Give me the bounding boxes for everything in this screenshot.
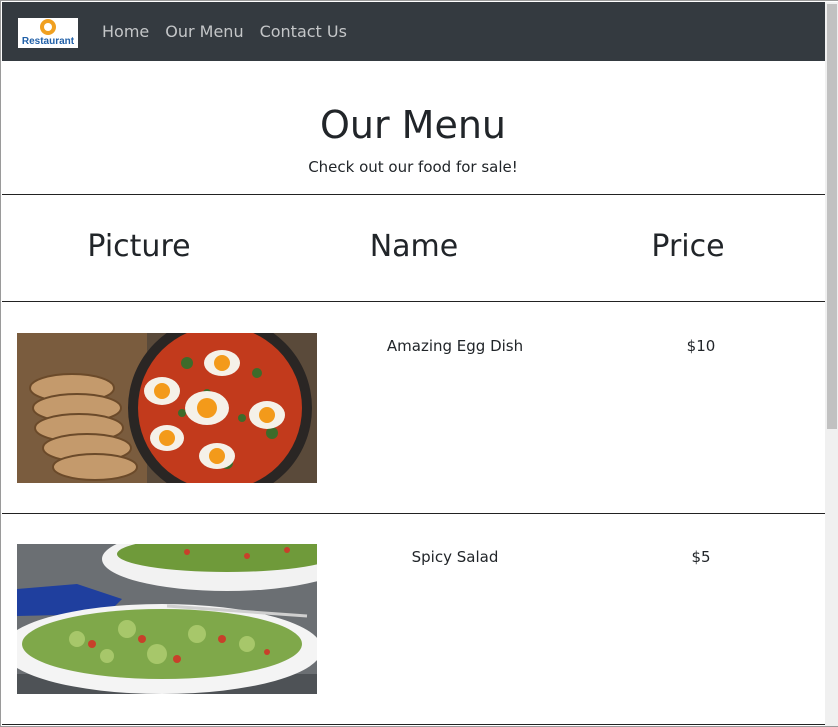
nav-links: Home Our Menu Contact Us xyxy=(102,2,347,61)
divider xyxy=(2,194,825,195)
divider xyxy=(2,301,825,302)
item-name: Amazing Egg Dish xyxy=(386,337,524,355)
restaurant-logo[interactable]: Restaurant xyxy=(18,18,78,48)
item-price: $10 xyxy=(686,337,716,355)
scrollbar-thumb[interactable] xyxy=(827,4,837,429)
nav-link-home[interactable]: Home xyxy=(102,22,149,41)
browser-viewport: Restaurant Home Our Menu Contact Us Our … xyxy=(0,0,838,727)
item-price: $5 xyxy=(691,548,711,566)
logo-text: Restaurant xyxy=(21,36,75,47)
column-header-name: Name xyxy=(369,229,459,264)
row-divider xyxy=(2,513,825,514)
navbar: Restaurant Home Our Menu Contact Us xyxy=(2,2,825,61)
row-divider xyxy=(2,724,825,725)
page-title: Our Menu xyxy=(319,103,507,147)
nav-link-contact-us[interactable]: Contact Us xyxy=(260,22,347,41)
egg-dish-image xyxy=(17,333,317,483)
nav-link-our-menu[interactable]: Our Menu xyxy=(165,22,243,41)
item-name: Spicy Salad xyxy=(411,548,499,566)
column-header-price: Price xyxy=(651,229,725,264)
vertical-scrollbar[interactable] xyxy=(825,2,838,726)
column-header-picture: Picture xyxy=(87,229,191,264)
salad-image xyxy=(17,544,317,694)
page-subtitle: Check out our food for sale! xyxy=(308,158,518,176)
sun-icon xyxy=(40,19,56,35)
